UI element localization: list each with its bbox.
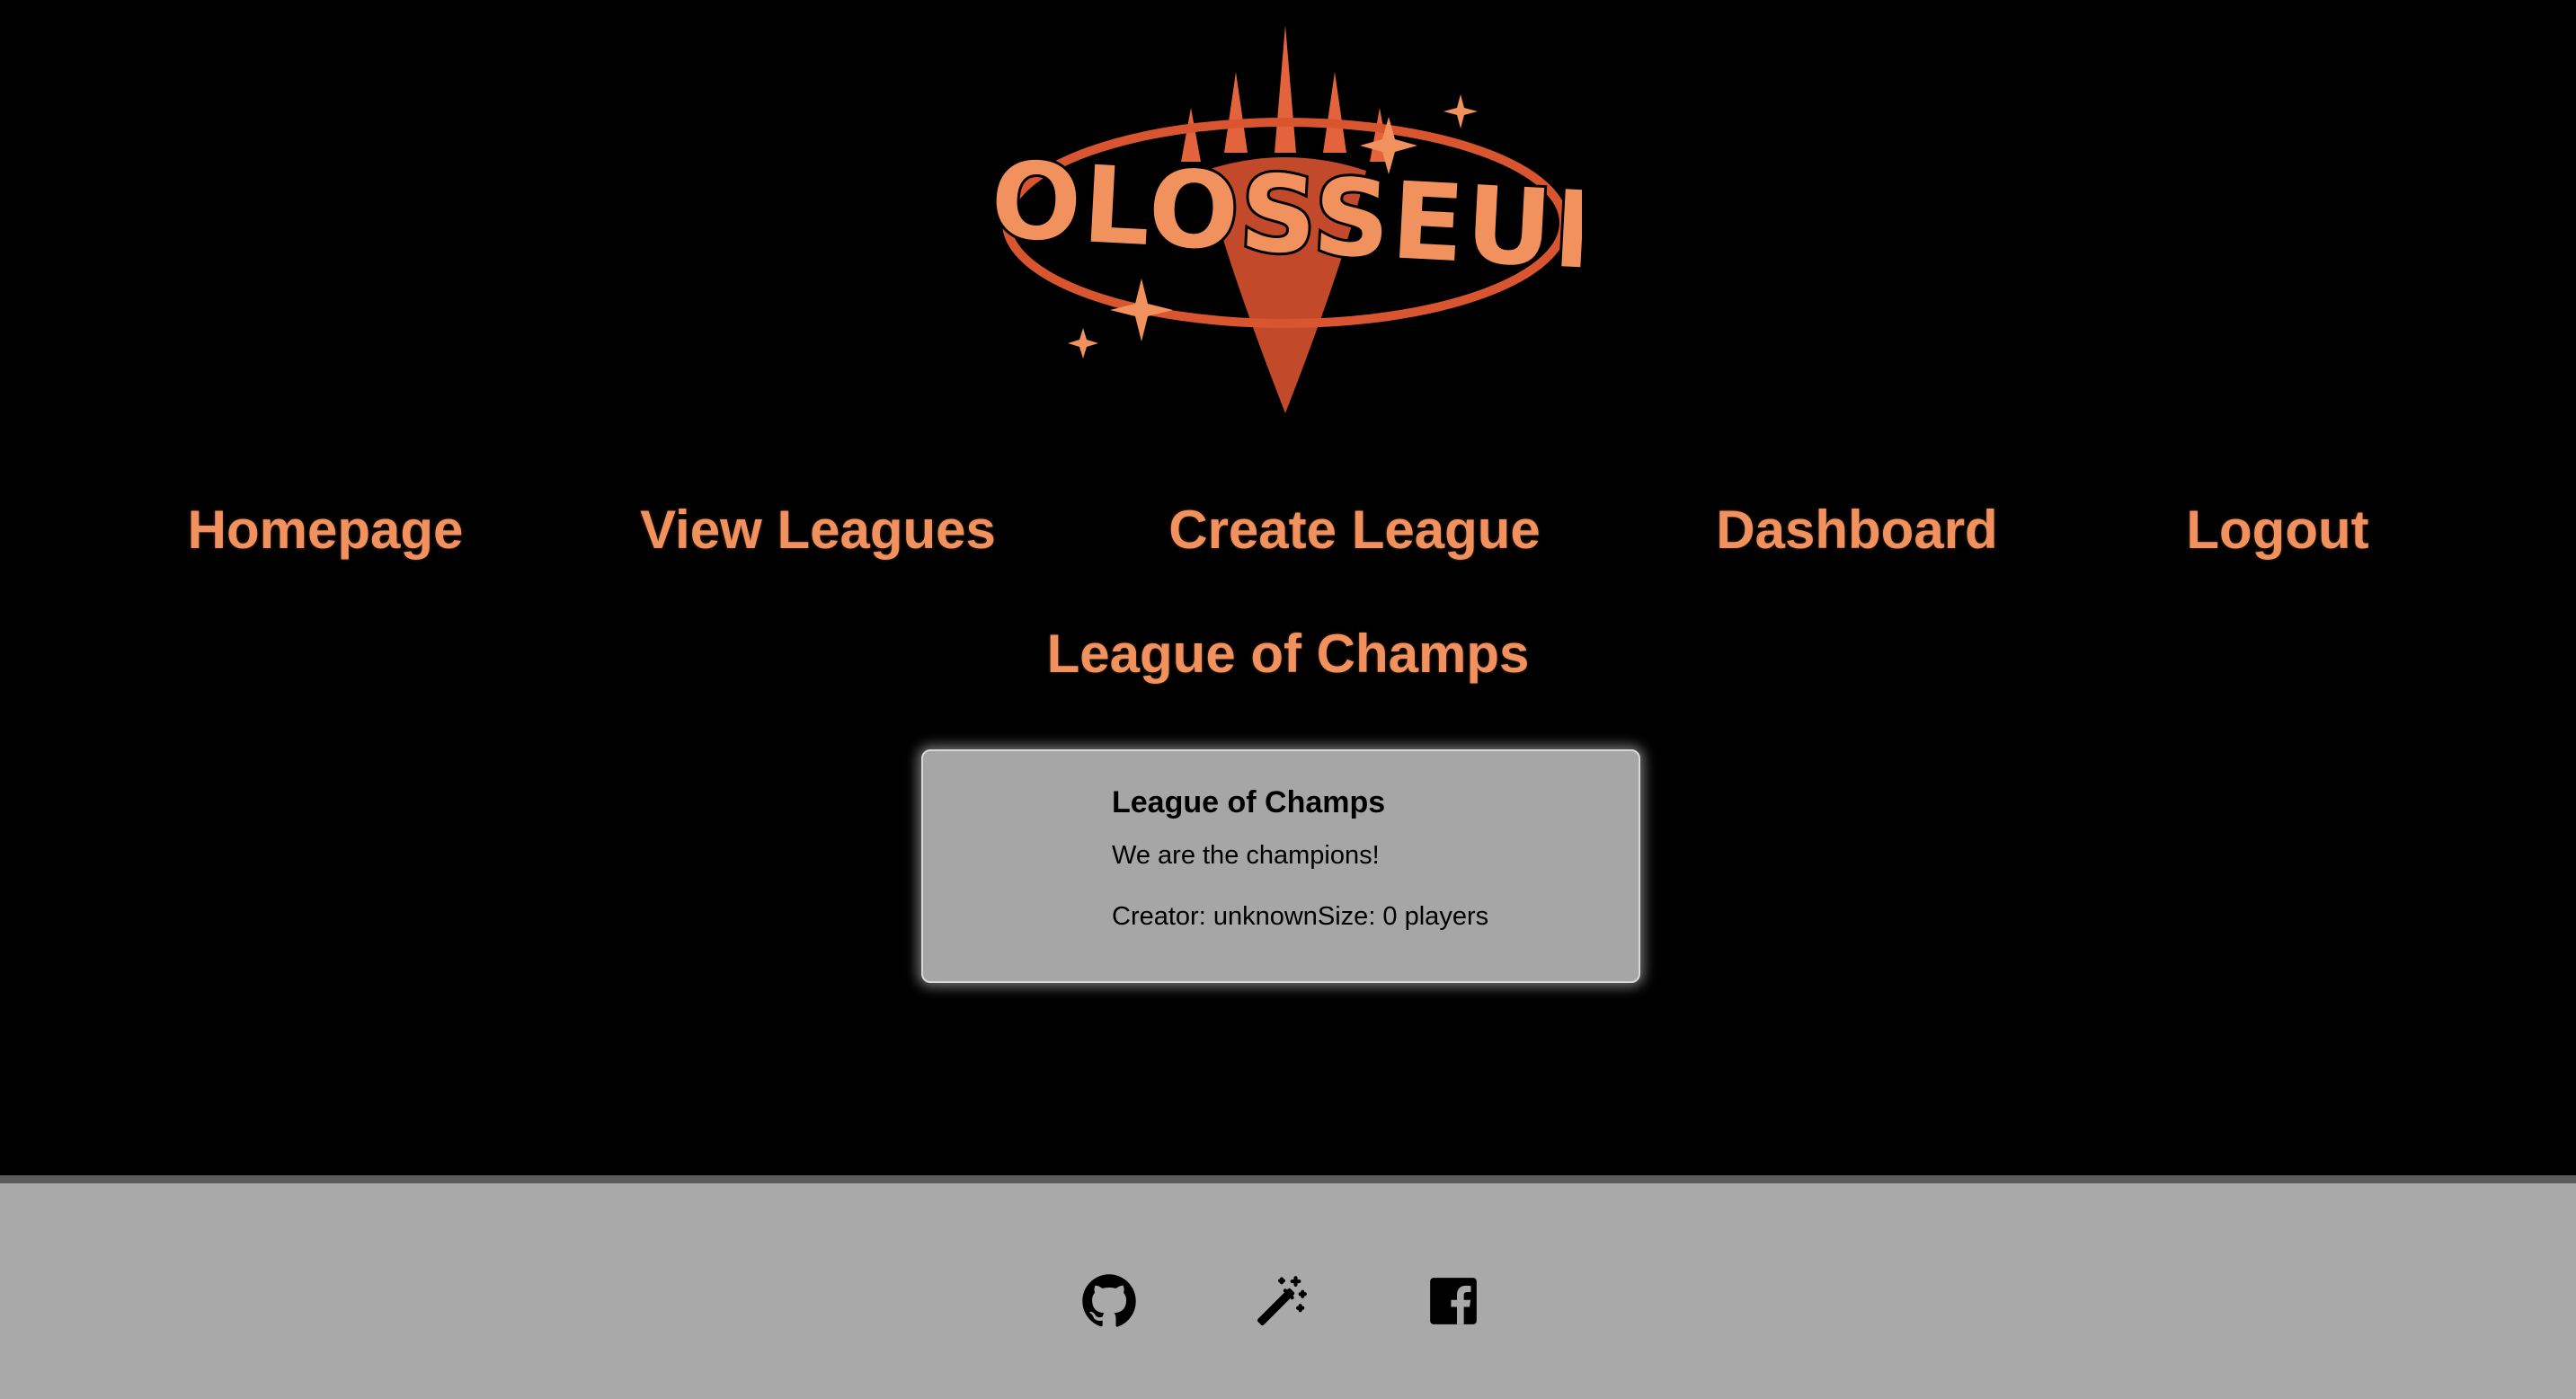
page: COLOSSEUM Homepage View Leagues Create L…	[0, 0, 2576, 1399]
league-card-description: We are the champions!	[1112, 841, 1380, 870]
nav-dashboard[interactable]: Dashboard	[1716, 499, 1997, 561]
nav-view-leagues[interactable]: View Leagues	[640, 499, 996, 561]
facebook-icon[interactable]	[1426, 1273, 1481, 1329]
colosseum-logo[interactable]: COLOSSEUM	[989, 18, 1582, 413]
nav-homepage[interactable]: Homepage	[188, 499, 464, 561]
league-card-title: League of Champs	[1112, 785, 1386, 819]
nav-logout[interactable]: Logout	[2186, 499, 2368, 561]
footer	[0, 1175, 2576, 1399]
nav-create-league[interactable]: Create League	[1168, 499, 1541, 561]
github-icon[interactable]	[1081, 1273, 1137, 1329]
league-card[interactable]: League of Champs We are the champions! C…	[921, 749, 1640, 983]
magic-wand-icon[interactable]	[1254, 1273, 1310, 1329]
league-card-meta: Creator: unknownSize: 0 players	[1112, 902, 1489, 931]
page-title: League of Champs	[1046, 624, 1530, 684]
main-nav: Homepage View Leagues Create League Dash…	[0, 499, 2576, 571]
